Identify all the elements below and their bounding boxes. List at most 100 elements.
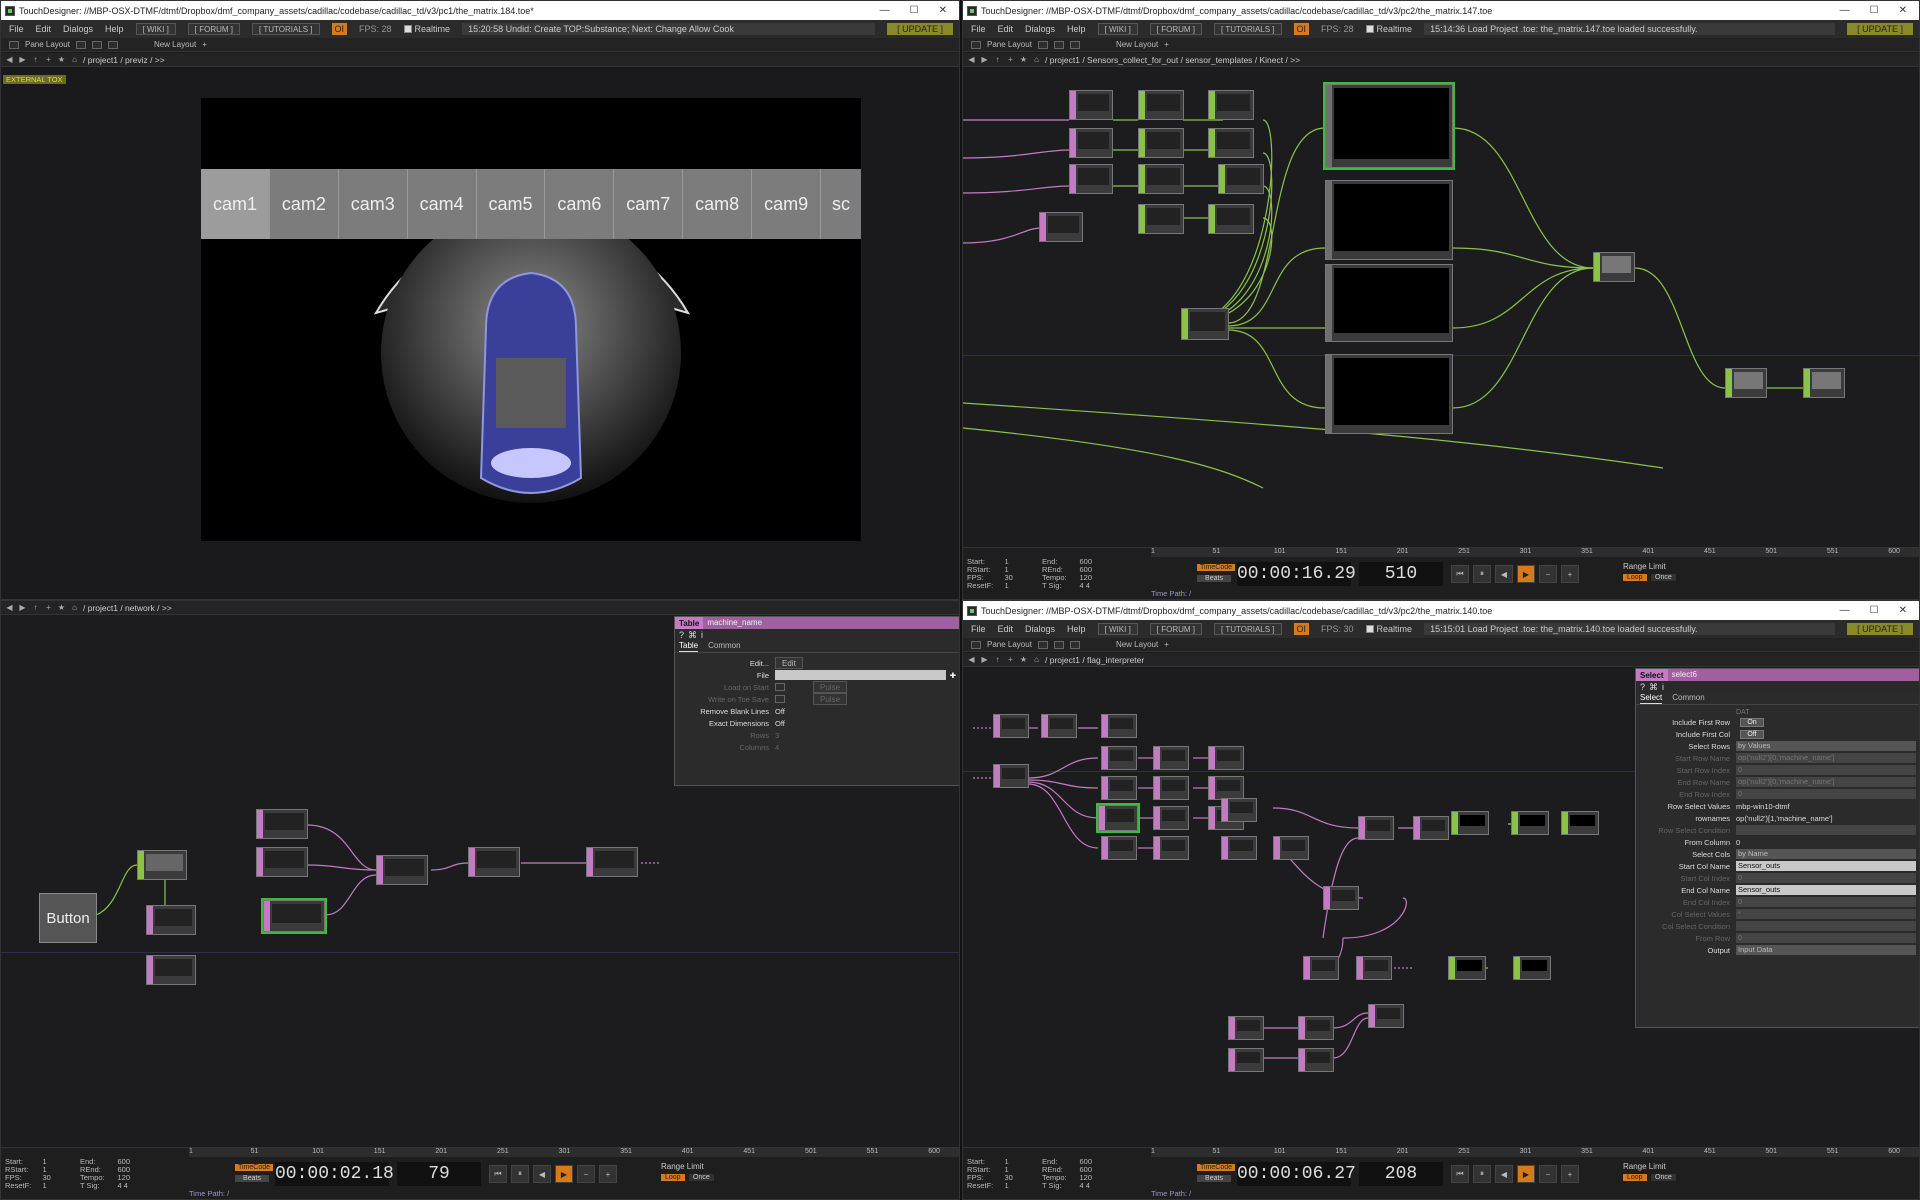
disabled-field[interactable]: 0: [1736, 873, 1916, 883]
operator-node[interactable]: [1101, 836, 1137, 860]
network-path[interactable]: / project1 / previz / >>: [83, 55, 165, 65]
layout-icon[interactable]: [91, 40, 102, 49]
operator-node[interactable]: [1323, 82, 1455, 170]
disabled-field[interactable]: 0: [1736, 765, 1916, 775]
operator-node[interactable]: [1208, 128, 1254, 158]
menu-dialogs[interactable]: Dialogs: [1025, 24, 1055, 34]
time-display[interactable]: 00:00:16.29: [1237, 562, 1356, 586]
minus-icon[interactable]: −: [1539, 565, 1557, 583]
add-icon[interactable]: +: [1006, 655, 1015, 664]
maximize-icon[interactable]: ☐: [910, 5, 919, 16]
add-icon[interactable]: +: [44, 55, 53, 64]
text-field[interactable]: Sensor_outs: [1736, 885, 1916, 895]
pane-layout-label[interactable]: Pane Layout: [987, 640, 1032, 649]
cam-tab[interactable]: cam2: [269, 169, 339, 239]
operator-node[interactable]: [1448, 956, 1486, 980]
minimize-icon[interactable]: —: [880, 5, 890, 16]
minimize-icon[interactable]: —: [1840, 605, 1850, 616]
forward-icon[interactable]: ▶: [980, 55, 989, 64]
menu-dialogs[interactable]: Dialogs: [63, 24, 93, 34]
cam-tab[interactable]: sc: [821, 169, 861, 239]
tab-common[interactable]: Common: [708, 641, 740, 652]
oi-button[interactable]: OI: [1293, 23, 1310, 35]
tutorials-button[interactable]: [ TUTORIALS ]: [1214, 23, 1282, 35]
network-editor[interactable]: [963, 68, 1919, 547]
play-icon[interactable]: ▶: [1517, 1165, 1535, 1183]
layout-icon[interactable]: [1037, 640, 1048, 649]
operator-node[interactable]: [1451, 811, 1489, 835]
realtime-toggle[interactable]: Realtime: [1365, 624, 1412, 634]
cam-tab[interactable]: cam1: [201, 169, 270, 239]
menu-file[interactable]: File: [9, 24, 24, 34]
new-layout-label[interactable]: New Layout: [1116, 640, 1158, 649]
columns-value[interactable]: 4: [775, 743, 779, 752]
oi-button[interactable]: OI: [1293, 623, 1310, 635]
pause-icon[interactable]: ⏸: [1473, 565, 1491, 583]
frame-display[interactable]: 208: [1359, 1162, 1443, 1186]
operator-node[interactable]: [1725, 368, 1767, 398]
frame-display[interactable]: 79: [397, 1162, 481, 1186]
layout-icon[interactable]: [107, 40, 118, 49]
menu-edit[interactable]: Edit: [998, 624, 1014, 634]
checkbox[interactable]: [775, 683, 785, 691]
maximize-icon[interactable]: ☐: [1870, 605, 1879, 616]
operator-node[interactable]: [376, 855, 428, 885]
frame-display[interactable]: 510: [1359, 562, 1443, 586]
add-icon[interactable]: +: [44, 603, 53, 612]
once-button[interactable]: Once: [1651, 574, 1676, 581]
forum-button[interactable]: [ FORUM ]: [1149, 23, 1203, 35]
menu-help[interactable]: Help: [105, 24, 124, 34]
layout-icon[interactable]: [1053, 40, 1064, 49]
layout-icon[interactable]: [75, 40, 86, 49]
loop-button[interactable]: Loop: [661, 1174, 685, 1181]
forum-button[interactable]: [ FORUM ]: [187, 23, 241, 35]
resetf-value[interactable]: 1: [1005, 582, 1043, 590]
pane-icon[interactable]: [9, 40, 19, 49]
cam-tab[interactable]: cam3: [338, 169, 408, 239]
operator-node[interactable]: [1153, 776, 1189, 800]
pulse-button[interactable]: Pulse: [813, 681, 848, 693]
button-comp[interactable]: Button: [39, 893, 97, 943]
add-layout-icon[interactable]: +: [1164, 640, 1169, 649]
help-icon[interactable]: ?: [679, 630, 684, 640]
timecode-button[interactable]: TimeCode: [235, 1164, 274, 1171]
operator-node[interactable]: [1208, 776, 1244, 800]
forum-button[interactable]: [ FORUM ]: [1149, 623, 1203, 635]
layout-icon[interactable]: [1053, 640, 1064, 649]
operator-node[interactable]: [1208, 746, 1244, 770]
start-value[interactable]: 1: [1005, 1158, 1043, 1166]
plus-icon[interactable]: +: [599, 1165, 617, 1183]
plus-icon[interactable]: +: [1561, 1165, 1579, 1183]
once-button[interactable]: Once: [1651, 1174, 1676, 1181]
step-back-icon[interactable]: ◀: [1495, 1165, 1513, 1183]
star-icon[interactable]: ★: [57, 55, 66, 64]
update-button[interactable]: [ UPDATE ]: [887, 23, 953, 35]
toggle-button[interactable]: On: [1740, 717, 1764, 727]
operator-node[interactable]: [1153, 836, 1189, 860]
step-back-icon[interactable]: ◀: [1495, 565, 1513, 583]
wiki-button[interactable]: [ WIKI ]: [1097, 623, 1138, 635]
close-icon[interactable]: ✕: [1899, 605, 1907, 616]
operator-node[interactable]: [146, 955, 196, 985]
close-icon[interactable]: ✕: [1899, 5, 1907, 16]
info-icon[interactable]: i: [1662, 682, 1664, 692]
operator-node[interactable]: [1413, 816, 1449, 840]
menu-file[interactable]: File: [971, 24, 986, 34]
rows-value[interactable]: 3: [775, 731, 779, 740]
operator-node[interactable]: [1208, 204, 1254, 234]
fps-value[interactable]: 30: [1005, 574, 1043, 582]
timeline-ruler[interactable]: 1 51 101 151 201 251 301 351 401 451 501 551 600: [189, 1148, 959, 1157]
operator-node[interactable]: [1101, 714, 1137, 738]
forward-icon[interactable]: ▶: [18, 603, 27, 612]
operator-node[interactable]: [1323, 886, 1359, 910]
disabled-field[interactable]: [1736, 825, 1916, 835]
back-icon[interactable]: ◀: [5, 55, 14, 64]
operator-node[interactable]: [1325, 354, 1453, 434]
operator-node[interactable]: [586, 847, 638, 877]
disabled-field[interactable]: 0: [1736, 897, 1916, 907]
menu-edit[interactable]: Edit: [36, 24, 52, 34]
start-value[interactable]: 1: [43, 1158, 81, 1166]
cam-tab[interactable]: cam5: [476, 169, 546, 239]
realtime-toggle[interactable]: Realtime: [1365, 24, 1412, 34]
start-value[interactable]: 1: [1005, 558, 1043, 566]
